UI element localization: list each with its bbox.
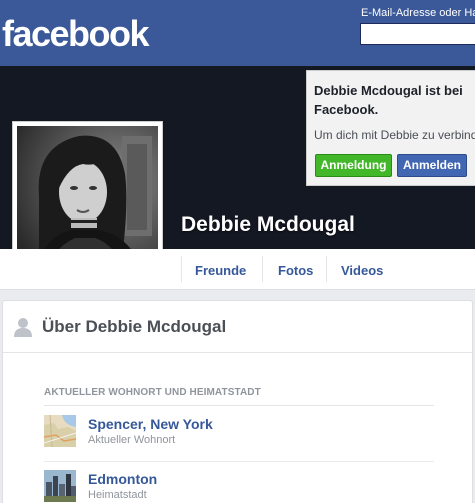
residence-section-label: AKTUELLER WOHNORT UND HEIMATSTADT [44,387,261,398]
tab-photos[interactable]: Fotos [278,263,313,278]
hometown-link[interactable]: Edmonton [88,471,157,487]
hometown-label: Heimatstadt [88,489,147,501]
current-city-label: Aktueller Wohnort [88,434,176,446]
signup-button[interactable]: Anmeldung [315,154,392,177]
login-prompt-text: Um dich mit Debbie zu verbinden, registr… [314,128,475,142]
profile-name[interactable]: Debbie Mcdougal [181,213,355,237]
city-thumbnail-icon[interactable] [44,470,76,502]
login-button[interactable]: Anmelden [397,154,467,177]
about-card: Über Debbie Mcdougal AKTUELLER WOHNORT U… [2,300,473,503]
facebook-profile-page: facebook E-Mail-Adresse oder Handynummer… [0,0,475,503]
login-prompt: Debbie Mcdougal ist bei Facebook. Um dic… [306,70,475,186]
about-card-header: Über Debbie Mcdougal [3,301,472,353]
email-input[interactable] [360,23,475,45]
top-bar: facebook E-Mail-Adresse oder Handynummer [0,0,475,66]
tab-friends[interactable]: Freunde [195,263,246,278]
about-title: Über Debbie Mcdougal [42,317,227,336]
profile-photo-image [17,126,158,266]
current-city-link[interactable]: Spencer, New York [88,416,213,432]
row-divider [44,461,434,462]
tab-divider [262,256,263,282]
profile-tabs: Freunde Fotos Videos [0,249,475,290]
section-divider [44,405,434,406]
facebook-logo[interactable]: facebook [2,13,150,55]
login-prompt-title: Debbie Mcdougal ist bei Facebook. [314,83,463,117]
email-label: E-Mail-Adresse oder Handynummer [361,7,475,19]
person-icon [14,318,32,337]
tab-divider [326,256,327,282]
tab-videos[interactable]: Videos [341,263,383,278]
map-thumbnail-icon[interactable] [44,415,76,447]
tab-divider [181,256,182,282]
